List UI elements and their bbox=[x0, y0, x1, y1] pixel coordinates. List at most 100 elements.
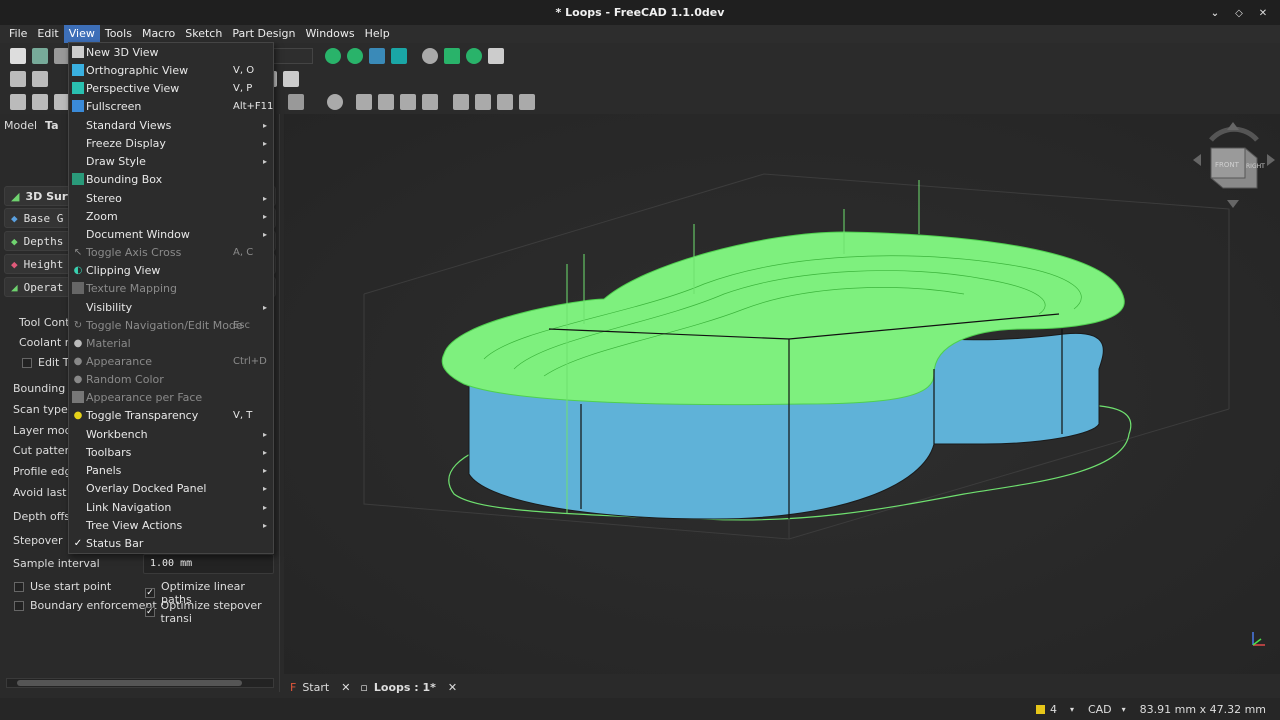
vcarve-icon[interactable] bbox=[422, 93, 438, 110]
checkbox-box bbox=[14, 581, 24, 592]
menu-windows[interactable]: Windows bbox=[301, 25, 360, 43]
menu-help[interactable]: Help bbox=[360, 25, 395, 43]
surface-icon[interactable] bbox=[356, 93, 372, 110]
notification-area[interactable]: 4 ▾ bbox=[1035, 703, 1074, 716]
tab-loops[interactable]: ▫ Loops : 1* ✕ bbox=[360, 681, 457, 694]
menu-item-clipping-view[interactable]: ◐ Clipping View bbox=[69, 261, 273, 279]
bounding-box-label: Bounding b bbox=[13, 382, 76, 395]
menu-item-panels[interactable]: Panels ▸ bbox=[69, 461, 273, 479]
menu-item-tree-view-actions[interactable]: Tree View Actions ▸ bbox=[69, 516, 273, 534]
menu-sketch[interactable]: Sketch bbox=[180, 25, 227, 43]
menu-item-perspective-view[interactable]: Perspective View V, P bbox=[69, 79, 273, 97]
navigation-style-label: CAD bbox=[1087, 702, 1112, 716]
menu-item-zoom[interactable]: Zoom ▸ bbox=[69, 207, 273, 225]
tool-controller-label: Tool Contr bbox=[19, 316, 75, 329]
dressup-icon[interactable] bbox=[288, 93, 304, 110]
navigation-style-selector[interactable]: CAD ▾ bbox=[1088, 703, 1126, 716]
menu-item-orthographic-view[interactable]: Orthographic View V, O bbox=[69, 61, 273, 79]
pocket-icon[interactable] bbox=[32, 93, 48, 110]
material-icon: ● bbox=[73, 337, 83, 349]
fit-all-icon[interactable] bbox=[325, 47, 341, 64]
menu-item-stereo[interactable]: Stereo ▸ bbox=[69, 189, 273, 207]
menu-item-toggle-transparency[interactable]: ● Toggle Transparency V, T bbox=[69, 406, 273, 424]
navigation-cube[interactable]: FRONT RIGHT bbox=[1189, 120, 1280, 220]
zoom-icon[interactable] bbox=[466, 47, 482, 64]
edit-tool-checkbox[interactable]: Edit To bbox=[22, 356, 74, 369]
chevron-right-icon: ▸ bbox=[262, 229, 267, 239]
isometric-view-icon[interactable] bbox=[369, 47, 385, 64]
menu-file[interactable]: File bbox=[4, 25, 32, 43]
axis-icon[interactable] bbox=[32, 70, 48, 87]
drilling-icon[interactable] bbox=[453, 93, 469, 110]
tab-loops-label: Loops : 1* bbox=[373, 680, 436, 694]
engrave-icon[interactable] bbox=[400, 93, 416, 110]
boundary-enforcement-label: Boundary enforcement bbox=[30, 599, 157, 612]
boundary-enforcement-checkbox[interactable]: Boundary enforcement bbox=[14, 599, 157, 612]
heights-icon: ◆ bbox=[11, 257, 18, 271]
profile-icon[interactable] bbox=[10, 93, 26, 110]
menu-part-design[interactable]: Part Design bbox=[227, 25, 300, 43]
random-color-icon: ● bbox=[73, 373, 83, 385]
menu-item-fullscreen[interactable]: Fullscreen Alt+F11 bbox=[69, 97, 273, 115]
fit-selection-icon[interactable] bbox=[347, 47, 363, 64]
thread-icon[interactable] bbox=[519, 93, 535, 110]
menu-item-toggle-navigation-edit[interactable]: ↻ Toggle Navigation/Edit Mode Esc bbox=[69, 316, 273, 334]
tab-start[interactable]: F Start ✕ bbox=[290, 681, 350, 694]
chevron-right-icon: ▸ bbox=[262, 447, 267, 457]
menu-item-status-bar[interactable]: ✓ Status Bar bbox=[69, 534, 273, 552]
menu-item-draw-style[interactable]: Draw Style ▸ bbox=[69, 152, 273, 170]
optimize-stepover-checkbox[interactable]: ✓ Optimize stepover transi bbox=[145, 599, 279, 625]
helix-icon[interactable] bbox=[475, 93, 491, 110]
menu-tools[interactable]: Tools bbox=[100, 25, 137, 43]
menu-item-toolbars[interactable]: Toolbars ▸ bbox=[69, 443, 273, 461]
horizontal-scrollbar[interactable] bbox=[6, 678, 274, 688]
menu-item-document-window[interactable]: Document Window ▸ bbox=[69, 225, 273, 243]
menubar: File Edit View Tools Macro Sketch Part D… bbox=[0, 25, 1280, 43]
menu-item-texture-mapping[interactable]: Texture Mapping bbox=[69, 279, 273, 297]
navcube-graphic: FRONT RIGHT bbox=[1193, 122, 1275, 208]
menu-item-random-color[interactable]: ● Random Color bbox=[69, 370, 273, 388]
workbench-selector[interactable] bbox=[273, 47, 313, 64]
menu-item-appearance-per-face[interactable]: Appearance per Face bbox=[69, 388, 273, 406]
maximize-button[interactable]: ◇ bbox=[1230, 4, 1248, 22]
part-icon[interactable] bbox=[10, 70, 26, 87]
slot-icon[interactable] bbox=[497, 93, 513, 110]
menu-edit[interactable]: Edit bbox=[32, 25, 63, 43]
use-start-point-checkbox[interactable]: Use start point bbox=[14, 580, 111, 593]
scrollbar-thumb[interactable] bbox=[17, 680, 242, 686]
selection-filter-icon[interactable] bbox=[444, 47, 460, 64]
menu-item-standard-views[interactable]: Standard Views ▸ bbox=[69, 116, 273, 134]
menu-item-toggle-axis-cross[interactable]: ↖ Toggle Axis Cross A, C bbox=[69, 243, 273, 261]
axis-cross-icon: ↖ bbox=[73, 246, 83, 258]
draw-style-icon[interactable] bbox=[422, 47, 438, 64]
menu-item-link-navigation[interactable]: Link Navigation ▸ bbox=[69, 498, 273, 516]
sample-interval-input[interactable]: 1.00 mm bbox=[143, 554, 274, 574]
tool-icon[interactable] bbox=[283, 70, 299, 87]
menu-item-overlay-docked-panel[interactable]: Overlay Docked Panel ▸ bbox=[69, 479, 273, 497]
menu-item-workbench[interactable]: Workbench ▸ bbox=[69, 425, 273, 443]
close-button[interactable]: ✕ bbox=[1254, 4, 1272, 22]
open-document-icon[interactable] bbox=[32, 47, 48, 64]
simulate-icon[interactable] bbox=[327, 93, 343, 110]
menu-item-material[interactable]: ● Material bbox=[69, 334, 273, 352]
new-document-icon[interactable] bbox=[10, 47, 26, 64]
chevron-right-icon: ▸ bbox=[262, 120, 267, 130]
menu-item-appearance[interactable]: ● Appearance Ctrl+D bbox=[69, 352, 273, 370]
menu-item-visibility[interactable]: Visibility ▸ bbox=[69, 298, 273, 316]
close-icon[interactable]: ✕ bbox=[341, 681, 350, 694]
tab-model[interactable]: Model bbox=[4, 119, 37, 132]
macro-icon[interactable] bbox=[488, 47, 504, 64]
menu-item-bounding-box[interactable]: Bounding Box bbox=[69, 170, 273, 188]
menu-view[interactable]: View bbox=[63, 25, 100, 43]
waterline-icon[interactable] bbox=[378, 93, 394, 110]
minimize-button[interactable]: ⌄ bbox=[1206, 4, 1224, 22]
nav-edit-icon: ↻ bbox=[73, 319, 83, 331]
close-icon[interactable]: ✕ bbox=[448, 681, 457, 694]
window-title: * Loops - FreeCAD 1.1.0dev bbox=[555, 6, 725, 19]
tab-tasks[interactable]: Ta bbox=[45, 119, 59, 132]
3d-viewport[interactable]: FRONT RIGHT bbox=[284, 114, 1280, 674]
measure-icon[interactable] bbox=[391, 47, 407, 64]
menu-item-freeze-display[interactable]: Freeze Display ▸ bbox=[69, 134, 273, 152]
menu-item-new-3d-view[interactable]: New 3D View bbox=[69, 43, 273, 61]
menu-macro[interactable]: Macro bbox=[137, 25, 180, 43]
